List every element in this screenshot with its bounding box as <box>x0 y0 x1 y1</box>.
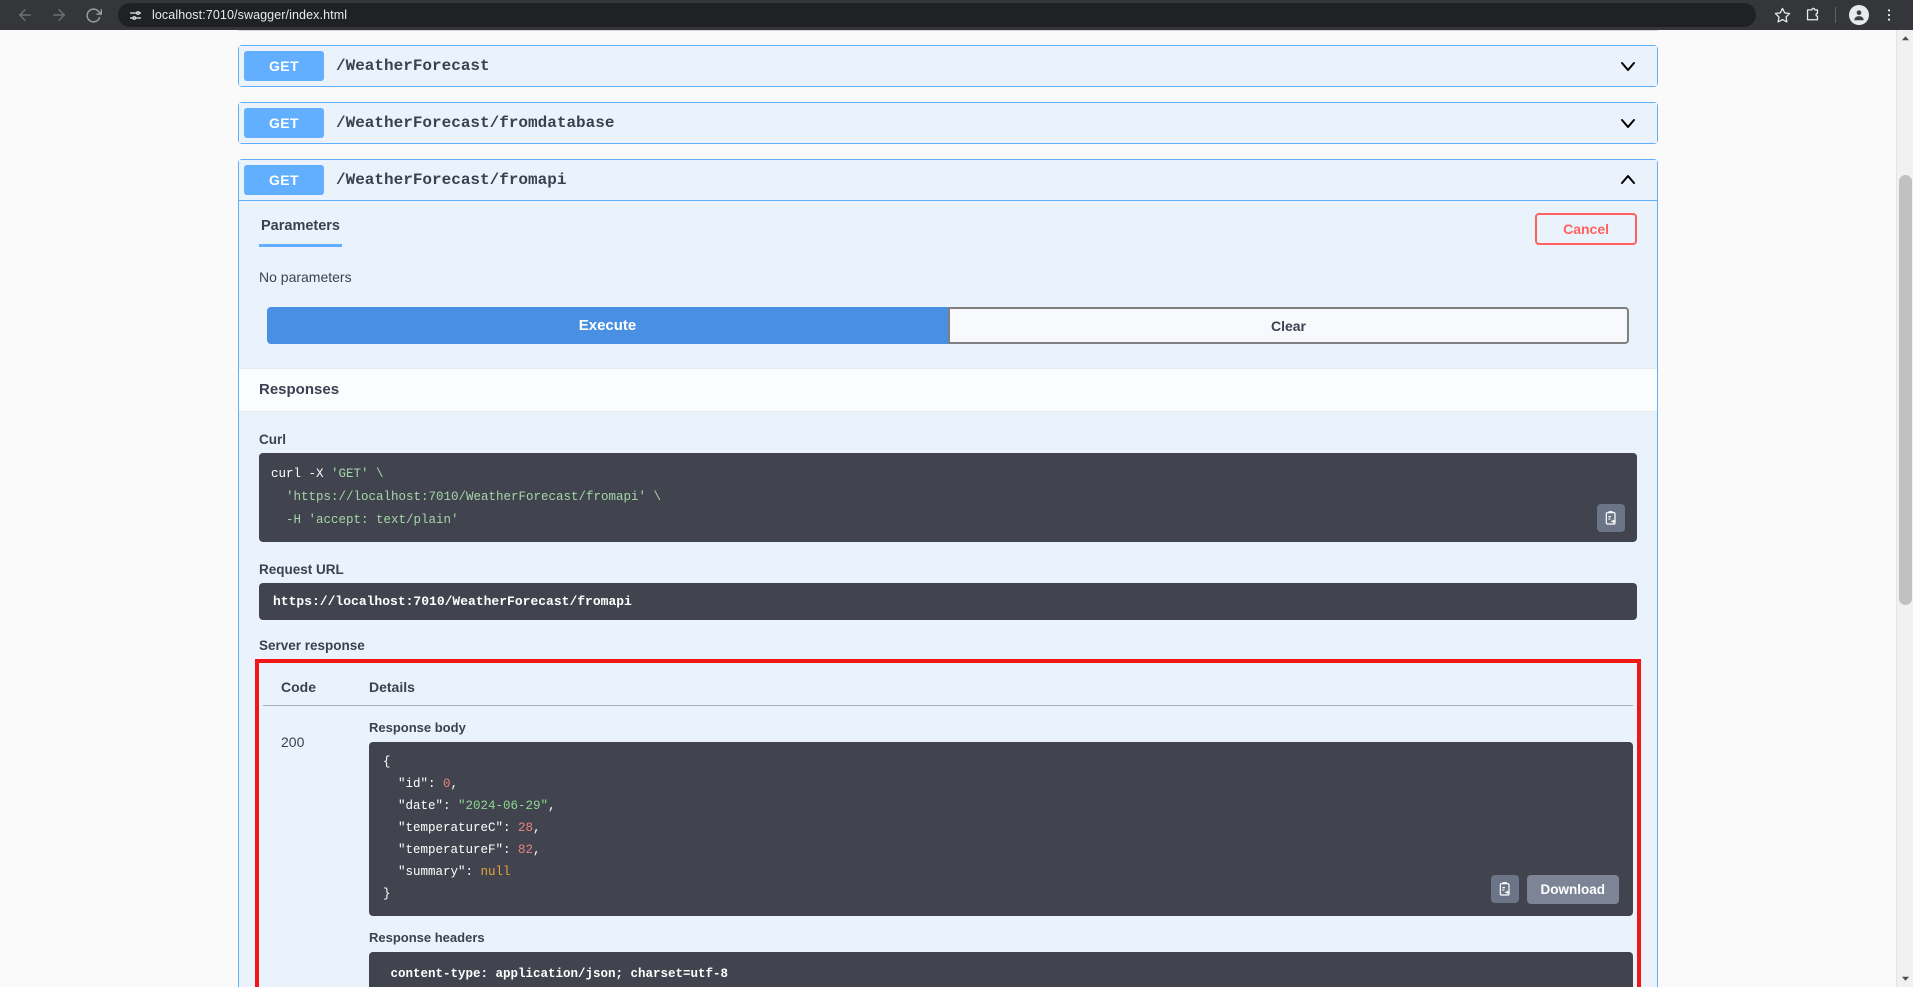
operation-path: /WeatherForecast/fromdatabase <box>336 114 615 132</box>
star-icon[interactable] <box>1768 1 1796 29</box>
json-key-summary: "summary": <box>383 864 481 879</box>
json-brace-close: } <box>383 886 391 901</box>
operation-weatherforecast[interactable]: GET /WeatherForecast <box>238 45 1658 87</box>
curl-line3: -H 'accept: text/plain' <box>271 513 459 528</box>
response-headers-block: content-type: application/json; charset=… <box>369 951 1633 987</box>
copy-clipboard-icon[interactable] <box>1490 875 1519 903</box>
json-comma: , <box>533 842 541 857</box>
scroll-down-arrow-icon[interactable] <box>1897 970 1913 987</box>
profile-avatar-icon[interactable] <box>1845 1 1873 29</box>
server-response-label: Server response <box>259 638 365 654</box>
tab-parameters[interactable]: Parameters <box>259 210 342 247</box>
no-parameters-text: No parameters <box>259 269 352 285</box>
clear-button[interactable]: Clear <box>948 307 1629 344</box>
operation-summary-row[interactable]: GET /WeatherForecast <box>239 46 1657 86</box>
chevron-down-icon[interactable] <box>1616 54 1640 78</box>
json-comma: , <box>533 821 541 835</box>
http-method-badge: GET <box>244 108 324 138</box>
curl-label: Curl <box>259 432 286 447</box>
http-method-badge: GET <box>244 51 324 81</box>
operation-summary-row[interactable]: GET /WeatherForecast/fromapi <box>239 160 1657 200</box>
three-dot-menu-icon[interactable] <box>1875 1 1903 29</box>
swagger-ui-page: GET /WeatherForecast GET /WeatherForecas… <box>0 30 1896 987</box>
execute-button[interactable]: Execute <box>267 307 948 344</box>
response-body-actions: Download <box>1490 874 1619 904</box>
page-scrollbar[interactable] <box>1896 30 1913 987</box>
responses-heading: Responses <box>259 381 340 398</box>
response-body-code-block: { "id": 0, "date": "2024-06-29", "temper… <box>369 742 1633 916</box>
server-response-highlight-box: Code Details 200 Response body {"id": 0… <box>255 659 1641 987</box>
operation-weatherforecast-fromapi[interactable]: GET /WeatherForecast/fromapi Parameters … <box>238 159 1658 987</box>
toolbar-right-group <box>1768 1 1903 29</box>
request-url-value: https://localhost:7010/WeatherForecast/f… <box>259 583 1637 621</box>
chevron-up-icon[interactable] <box>1616 168 1640 192</box>
json-value-temperaturec: 28 <box>518 821 534 835</box>
json-value-summary: null <box>480 864 511 879</box>
browser-toolbar: localhost:7010/swagger/index.html <box>0 0 1913 30</box>
responses-section-header: Responses <box>239 368 1657 412</box>
server-response-table: Code Details 200 Response body {"id": 0… <box>263 669 1633 987</box>
curl-line1-value: 'GET' \ <box>331 467 384 481</box>
json-value-id: 0 <box>443 777 451 792</box>
json-comma: , <box>548 799 556 814</box>
parameters-header-row: Parameters Cancel <box>239 201 1657 247</box>
execute-clear-row: Execute Clear <box>239 285 1657 344</box>
back-icon[interactable] <box>10 0 40 30</box>
request-url-label: Request URL <box>259 562 344 578</box>
curl-line2: 'https://localhost:7010/WeatherForecast/… <box>271 490 662 505</box>
response-code-cell: 200 <box>263 706 351 987</box>
json-value-temperaturef: 82 <box>518 842 534 857</box>
json-key-temperaturef: "temperatureF": <box>383 842 519 857</box>
curl-code-block: curl -X 'GET' \ 'https://localhost:7010/… <box>259 453 1637 543</box>
json-brace-open: { <box>383 755 391 770</box>
scroll-up-arrow-icon[interactable] <box>1897 30 1913 47</box>
operation-path: /WeatherForecast <box>336 57 490 75</box>
table-row: 200 Response body { "id": 0, "date": "20… <box>263 706 1633 987</box>
json-value-date: "2024-06-29" <box>458 799 549 814</box>
operation-body: Parameters Cancel No parameters Execute … <box>239 200 1657 987</box>
address-bar[interactable]: localhost:7010/swagger/index.html <box>118 3 1756 27</box>
address-bar-url: localhost:7010/swagger/index.html <box>152 8 348 22</box>
status-code-200: 200 <box>281 734 305 751</box>
curl-line1-command: curl -X <box>271 467 332 481</box>
json-key-date: "date": <box>383 799 459 814</box>
download-button[interactable]: Download <box>1526 874 1619 904</box>
column-header-details: Details <box>351 669 1633 707</box>
copy-clipboard-icon[interactable] <box>1597 504 1625 533</box>
http-method-badge: GET <box>244 165 324 195</box>
operation-path: /WeatherForecast/fromapi <box>336 171 567 189</box>
swagger-operations-list: GET /WeatherForecast GET /WeatherForecas… <box>238 41 1658 987</box>
operation-summary-row[interactable]: GET /WeatherForecast/fromdatabase <box>239 103 1657 143</box>
column-header-code: Code <box>263 669 351 707</box>
json-key-temperaturec: "temperatureC": <box>383 821 519 835</box>
site-settings-icon[interactable] <box>128 8 143 23</box>
top-divider <box>238 30 1658 31</box>
cancel-button[interactable]: Cancel <box>1535 212 1637 245</box>
json-comma: , <box>450 777 459 792</box>
forward-icon[interactable] <box>44 0 74 30</box>
toolbar-divider <box>1835 7 1836 23</box>
page-viewport: GET /WeatherForecast GET /WeatherForecas… <box>0 30 1913 987</box>
json-key-id: "id": <box>383 777 444 792</box>
response-details-cell: Response body { "id": 0, "date": "2024-0… <box>351 706 1633 987</box>
table-header-row: Code Details <box>263 669 1633 707</box>
reload-icon[interactable] <box>78 0 108 30</box>
puzzle-icon[interactable] <box>1798 1 1826 29</box>
operation-weatherforecast-fromdatabase[interactable]: GET /WeatherForecast/fromdatabase <box>238 102 1658 144</box>
response-body-label: Response body <box>369 720 466 736</box>
responses-content: Curl curl -X 'GET' \ 'https://localhost:… <box>239 412 1657 987</box>
response-headers-label: Response headers <box>369 929 485 945</box>
scrollbar-thumb[interactable] <box>1899 175 1912 605</box>
chevron-down-icon[interactable] <box>1616 111 1640 135</box>
